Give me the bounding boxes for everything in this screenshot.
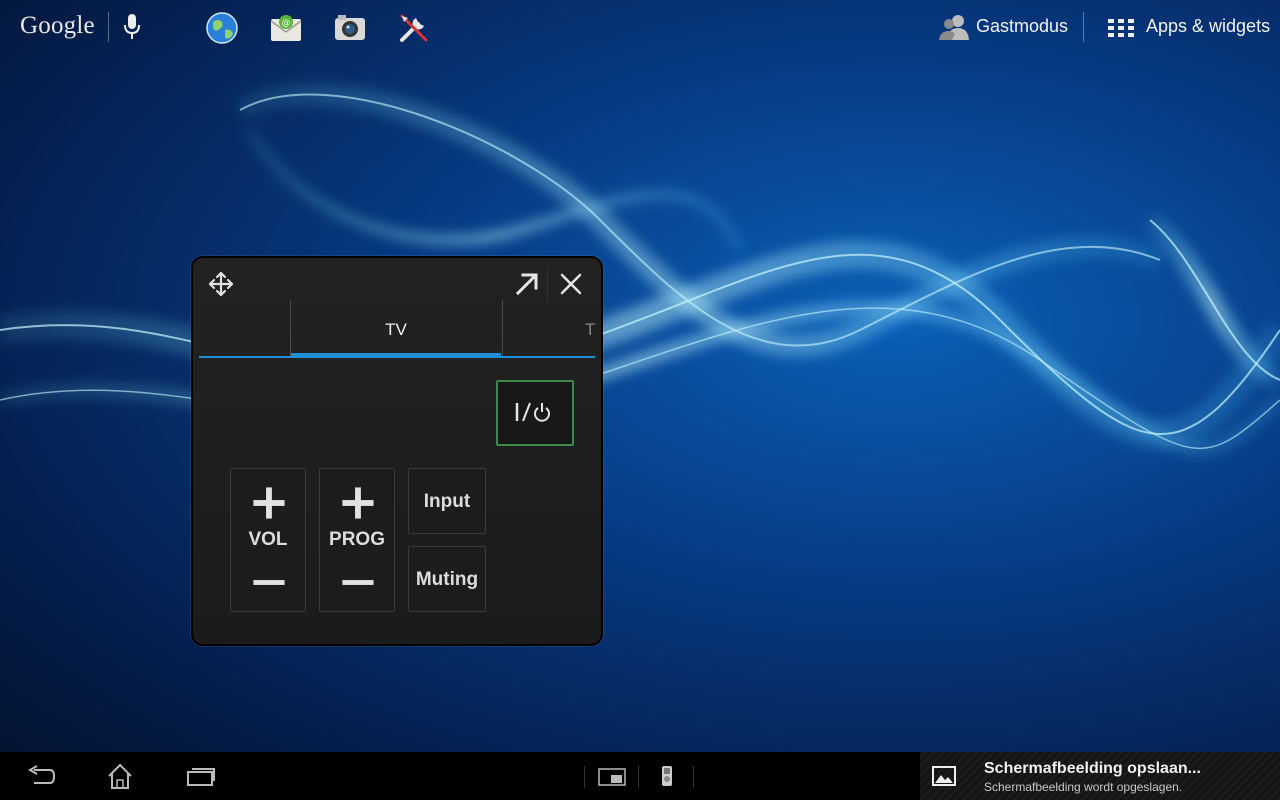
- volume-rocker: VOL: [230, 468, 306, 612]
- back-icon[interactable]: [26, 764, 56, 788]
- divider: [547, 266, 548, 302]
- muting-button[interactable]: Muting: [408, 546, 486, 612]
- program-down-button[interactable]: [320, 573, 394, 593]
- divider: [1083, 12, 1084, 42]
- notification-title: Schermafbeelding opslaan...: [984, 760, 1201, 777]
- tab-separator: [502, 300, 503, 356]
- muting-label: Muting: [415, 569, 479, 590]
- browser-globe-icon[interactable]: [204, 10, 240, 46]
- guest-user-icon[interactable]: [938, 12, 970, 42]
- tab-tv-label: TV: [385, 320, 407, 339]
- tv-remote-widget: TV T VOL PROG Input Muting: [191, 256, 603, 646]
- program-up-button[interactable]: [320, 483, 394, 523]
- apps-grid-icon[interactable]: [1108, 19, 1134, 37]
- small-app-icon[interactable]: [598, 768, 626, 786]
- move-icon[interactable]: [207, 270, 235, 298]
- program-label: PROG: [329, 529, 385, 550]
- home-icon[interactable]: [106, 762, 134, 790]
- apps-widgets-label[interactable]: Apps & widgets: [1146, 16, 1270, 37]
- power-icon: [515, 402, 550, 422]
- image-icon: [932, 766, 956, 786]
- divider: [693, 766, 694, 788]
- tab-tv[interactable]: TV: [291, 300, 501, 358]
- input-button[interactable]: Input: [408, 468, 486, 534]
- email-icon[interactable]: @: [268, 10, 304, 46]
- volume-up-button[interactable]: [231, 483, 305, 523]
- notification-subtitle: Schermafbeelding wordt opgeslagen.: [984, 780, 1183, 794]
- power-button[interactable]: [496, 380, 574, 446]
- tab-next[interactable]: T: [585, 320, 595, 340]
- google-search-logo[interactable]: Google: [20, 12, 95, 40]
- microphone-icon[interactable]: [122, 12, 142, 42]
- usb-icon[interactable]: [660, 764, 674, 788]
- divider: [108, 12, 109, 42]
- program-rocker: PROG: [319, 468, 395, 612]
- svg-text:@: @: [282, 19, 291, 29]
- input-label: Input: [423, 491, 471, 512]
- device-tabs: TV T: [199, 300, 595, 358]
- guest-mode-label[interactable]: Gastmodus: [976, 16, 1068, 37]
- system-navigation-bar: Schermafbeelding opslaan... Schermafbeel…: [0, 752, 1280, 800]
- divider: [584, 766, 585, 788]
- camera-icon[interactable]: [332, 10, 368, 46]
- settings-tools-icon[interactable]: [396, 10, 432, 46]
- divider: [638, 766, 639, 788]
- recent-apps-icon[interactable]: [186, 766, 216, 786]
- close-icon[interactable]: [557, 270, 585, 298]
- volume-down-button[interactable]: [231, 573, 305, 593]
- expand-icon[interactable]: [513, 270, 541, 298]
- screenshot-notification[interactable]: Schermafbeelding opslaan... Schermafbeel…: [920, 752, 1280, 800]
- active-tab-indicator: [291, 353, 501, 358]
- volume-label: VOL: [248, 529, 288, 550]
- top-launcher-bar: Google @ Gastmodus Apps & widgets: [0, 0, 1280, 56]
